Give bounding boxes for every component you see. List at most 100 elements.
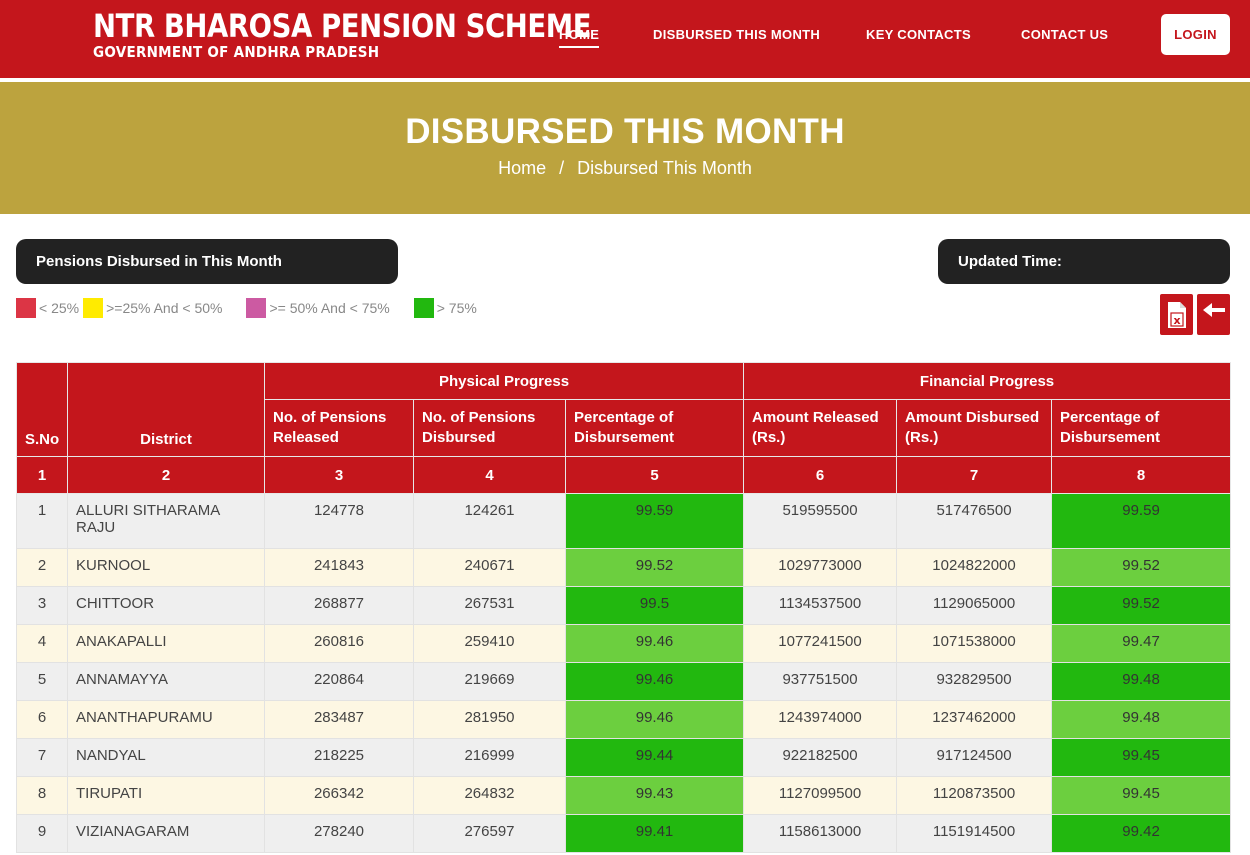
col-number: 5: [564, 456, 745, 494]
cell-amount-released: 519595500: [743, 493, 898, 549]
cell-amount-disbursed: 917124500: [896, 738, 1053, 777]
cell-pensions-disbursed: 240671: [413, 548, 566, 587]
back-button[interactable]: [1197, 294, 1230, 335]
cell-financial-percentage: 99.52: [1051, 548, 1232, 587]
nav-contact-us[interactable]: CONTACT US: [1021, 27, 1108, 42]
legend-item: > 75%: [413, 298, 477, 318]
table-row: 1 ALLURI SITHARAMA RAJU 124778 124261 99…: [16, 493, 1232, 549]
cell-pensions-released: 283487: [264, 700, 414, 739]
col-amount-released: Amount Released (Rs.): [743, 399, 898, 457]
excel-export-button[interactable]: x: [1160, 294, 1193, 335]
disbursement-table: S.No District Physical Progress Financia…: [16, 362, 1232, 853]
cell-sno: 3: [16, 586, 68, 625]
cell-district: ANAKAPALLI: [67, 624, 265, 663]
group-physical-progress: Physical Progress: [263, 362, 745, 400]
col-financial-percentage: Percentage of Disbursement: [1051, 399, 1232, 457]
column-number-row: 1 2 3 4 5 6 7 8: [16, 456, 1232, 494]
nav-key-contacts[interactable]: KEY CONTACTS: [866, 27, 971, 42]
legend-swatch-green: [413, 298, 434, 318]
cell-amount-released: 1134537500: [743, 586, 898, 625]
legend-item: >=25% And < 50%: [83, 298, 222, 318]
cell-district: NANDYAL: [67, 738, 265, 777]
excel-export-icon: x: [1167, 301, 1186, 328]
cell-pensions-released: 268877: [264, 586, 414, 625]
col-number: 7: [896, 456, 1053, 494]
updated-time-label: Updated Time:: [938, 239, 1230, 284]
legend-label: < 25%: [39, 300, 80, 316]
cell-district: CHITTOOR: [67, 586, 265, 625]
table-row: 2 KURNOOL 241843 240671 99.52 1029773000…: [16, 548, 1232, 587]
cell-pensions-disbursed: 259410: [413, 624, 566, 663]
cell-district: TIRUPATI: [67, 776, 265, 815]
cell-financial-percentage: 99.52: [1051, 586, 1232, 625]
cell-pensions-released: 241843: [264, 548, 414, 587]
cell-amount-released: 1029773000: [743, 548, 898, 587]
cell-pensions-released: 220864: [264, 662, 414, 701]
cell-financial-percentage: 99.45: [1051, 738, 1232, 777]
breadcrumb-separator: /: [559, 158, 565, 178]
cell-sno: 9: [16, 814, 68, 853]
table-row: 7 NANDYAL 218225 216999 99.44 922182500 …: [16, 738, 1232, 777]
svg-text:x: x: [1173, 314, 1180, 327]
cell-sno: 5: [16, 662, 68, 701]
page-title: DISBURSED THIS MONTH: [405, 112, 845, 151]
header-group-row: S.No District Physical Progress Financia…: [16, 362, 1232, 457]
cell-amount-released: 937751500: [743, 662, 898, 701]
cell-pensions-disbursed: 276597: [413, 814, 566, 853]
nav-disbursed-this-month[interactable]: DISBURSED THIS MONTH: [653, 27, 820, 42]
back-arrow-icon: [1202, 302, 1225, 317]
cell-amount-disbursed: 1151914500: [896, 814, 1053, 853]
legend-item: >= 50% And < 75%: [246, 298, 390, 318]
cell-amount-released: 1158613000: [743, 814, 898, 853]
cell-pensions-released: 278240: [264, 814, 414, 853]
cell-pensions-released: 124778: [264, 493, 414, 549]
table-row: 3 CHITTOOR 268877 267531 99.5 1134537500…: [16, 586, 1232, 625]
cell-sno: 4: [16, 624, 68, 663]
table-row: 8 TIRUPATI 266342 264832 99.43 112709950…: [16, 776, 1232, 815]
col-number: 8: [1051, 456, 1232, 494]
nav-home[interactable]: HOME: [559, 27, 600, 48]
cell-amount-released: 922182500: [743, 738, 898, 777]
col-pensions-released: No. of Pensions Released: [264, 399, 414, 457]
cell-district: VIZIANAGARAM: [67, 814, 265, 853]
cell-physical-percentage: 99.44: [564, 738, 745, 777]
cell-physical-percentage: 99.59: [564, 493, 745, 549]
cell-district: ANNAMAYYA: [67, 662, 265, 701]
cell-amount-disbursed: 1120873500: [896, 776, 1053, 815]
col-sno: S.No: [16, 362, 68, 457]
cell-pensions-disbursed: 267531: [413, 586, 566, 625]
legend-item: < 25%: [16, 298, 79, 318]
col-district: District: [67, 362, 265, 457]
cell-financial-percentage: 99.47: [1051, 624, 1232, 663]
group-financial-progress: Financial Progress: [743, 362, 1232, 400]
cell-amount-disbursed: 932829500: [896, 662, 1053, 701]
cell-financial-percentage: 99.42: [1051, 814, 1232, 853]
col-number: 4: [413, 456, 566, 494]
legend-swatch-yellow: [83, 298, 104, 318]
legend-label: > 75%: [436, 300, 477, 316]
cell-pensions-disbursed: 264832: [413, 776, 566, 815]
breadcrumb-home[interactable]: Home: [498, 158, 546, 178]
cell-physical-percentage: 99.5: [564, 586, 745, 625]
login-button[interactable]: LOGIN: [1161, 14, 1230, 55]
table-row: 9 VIZIANAGARAM 278240 276597 99.41 11586…: [16, 814, 1232, 853]
legend-swatch-red: [16, 298, 36, 318]
cell-amount-disbursed: 1129065000: [896, 586, 1053, 625]
legend-label: >=25% And < 50%: [106, 300, 223, 316]
cell-physical-percentage: 99.46: [564, 662, 745, 701]
legend-swatch-pink: [246, 298, 267, 318]
cell-sno: 1: [16, 493, 68, 549]
page-banner: DISBURSED THIS MONTH Home / Disbursed Th…: [0, 82, 1250, 214]
col-number: 1: [16, 456, 68, 494]
table-row: 5 ANNAMAYYA 220864 219669 99.46 93775150…: [16, 662, 1232, 701]
cell-financial-percentage: 99.48: [1051, 662, 1232, 701]
col-number: 6: [743, 456, 898, 494]
col-physical-percentage: Percentage of Disbursement: [564, 399, 745, 457]
cell-pensions-released: 218225: [264, 738, 414, 777]
cell-sno: 8: [16, 776, 68, 815]
cell-physical-percentage: 99.41: [564, 814, 745, 853]
pensions-disbursed-heading: Pensions Disbursed in This Month: [16, 239, 398, 284]
cell-financial-percentage: 99.59: [1051, 493, 1232, 549]
cell-physical-percentage: 99.43: [564, 776, 745, 815]
cell-amount-disbursed: 1024822000: [896, 548, 1053, 587]
